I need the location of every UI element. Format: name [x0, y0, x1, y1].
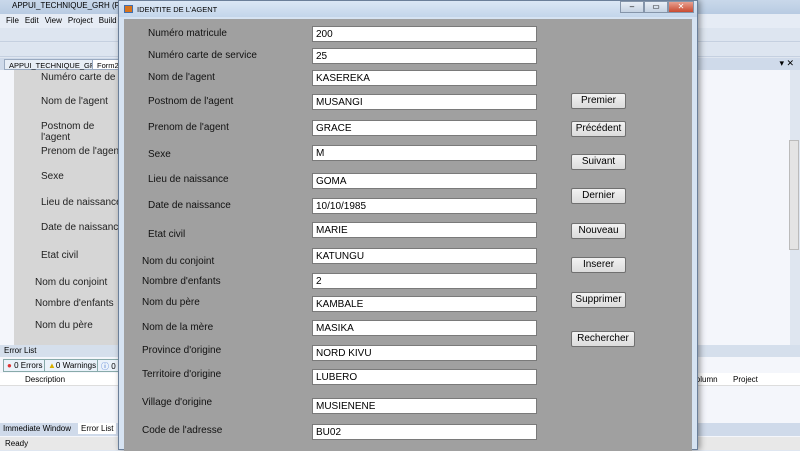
menu-build[interactable]: Build: [99, 16, 117, 25]
code-adresse-input[interactable]: BU02: [312, 424, 537, 440]
mere-input[interactable]: MASIKA: [312, 320, 537, 336]
app-icon: [124, 5, 133, 13]
suivant-button[interactable]: Suivant: [571, 154, 626, 170]
messages-count: 0: [111, 362, 116, 371]
tab-error-list[interactable]: Error List: [78, 423, 117, 434]
carte-service-input[interactable]: 25: [312, 48, 537, 64]
designer-label: Postnom de l'agent: [41, 121, 95, 143]
label-nom: Nom de l'agent: [148, 72, 215, 83]
enfants-input[interactable]: 2: [312, 273, 537, 289]
designer-label: Nom de l'agent: [41, 96, 108, 107]
messages-filter-button[interactable]: ⓘ 0: [97, 359, 120, 372]
designer-label: Lieu de naissance: [41, 197, 122, 208]
tab-project[interactable]: APPUI_TECHNIQUE_GRH: [4, 59, 106, 70]
date-naissance-input[interactable]: 10/10/1985: [312, 198, 537, 214]
designer-label: Nombre d'enfants: [35, 298, 114, 309]
label-matricule: Numéro matricule: [148, 28, 227, 39]
close-button[interactable]: ✕: [668, 1, 694, 13]
label-village: Village d'origine: [142, 397, 213, 408]
label-lieu-naissance: Lieu de naissance: [148, 174, 229, 185]
menu-file[interactable]: File: [6, 16, 19, 25]
pere-input[interactable]: KAMBALE: [312, 296, 537, 312]
errors-filter-button[interactable]: ● 0 Errors: [3, 359, 47, 372]
error-list-title: Error List: [4, 346, 37, 355]
designer-label: Numéro carte de s: [41, 72, 124, 83]
warnings-count: 0 Warnings: [55, 361, 97, 370]
column-description[interactable]: Description: [25, 375, 65, 384]
column-project[interactable]: Project: [733, 375, 758, 384]
conjoint-input[interactable]: KATUNGU: [312, 248, 537, 264]
dialog-titlebar: IDENTITE DE L'AGENT – ▭ ✕: [119, 1, 697, 17]
label-territoire: Territoire d'origine: [142, 369, 222, 380]
dernier-button[interactable]: Dernier: [571, 188, 626, 204]
label-prenom: Prenom de l'agent: [148, 122, 229, 133]
label-mere: Nom de la mère: [142, 322, 214, 333]
designer-label: Prenom de l'agent: [41, 146, 122, 157]
nom-input[interactable]: KASEREKA: [312, 70, 537, 86]
dialog-title: IDENTITE DE L'AGENT: [137, 5, 218, 14]
designer-label: Etat civil: [41, 250, 79, 261]
label-date-naissance: Date de naissance: [148, 200, 231, 211]
maximize-button[interactable]: ▭: [644, 1, 668, 13]
inserer-button[interactable]: Inserer: [571, 257, 626, 273]
error-icon: ●: [7, 361, 12, 370]
matricule-input[interactable]: 200: [312, 26, 537, 42]
designer-label: Sexe: [41, 171, 64, 182]
designer-form-surface: Numéro carte de s Nom de l'agent Postnom…: [14, 70, 124, 345]
designer-label: Nom du père: [35, 320, 93, 331]
village-input[interactable]: MUSIENENE: [312, 398, 537, 414]
label-code-adresse: Code de l'adresse: [142, 425, 223, 436]
label-carte-service: Numéro carte de service: [148, 50, 257, 61]
warnings-filter-button[interactable]: ▲0 Warnings: [44, 359, 101, 372]
precedent-button[interactable]: Précédent: [571, 121, 626, 137]
label-postnom: Postnom de l'agent: [148, 96, 234, 107]
menu-edit[interactable]: Edit: [25, 16, 39, 25]
label-enfants: Nombre d'enfants: [142, 276, 221, 287]
supprimer-button[interactable]: Supprimer: [571, 292, 626, 308]
minimize-button[interactable]: –: [620, 1, 644, 13]
prenom-input[interactable]: GRACE: [312, 120, 537, 136]
postnom-input[interactable]: MUSANGI: [312, 94, 537, 110]
nouveau-button[interactable]: Nouveau: [571, 223, 626, 239]
lieu-naissance-input[interactable]: GOMA: [312, 173, 537, 189]
designer-scrollbar[interactable]: [789, 140, 799, 250]
dialog-body: Numéro matricule 200 Numéro carte de serv…: [124, 19, 692, 451]
sexe-input[interactable]: M: [312, 145, 537, 161]
label-province: Province d'origine: [142, 345, 222, 356]
label-conjoint: Nom du conjoint: [142, 256, 215, 267]
label-pere: Nom du père: [142, 297, 200, 308]
province-input[interactable]: NORD KIVU: [312, 345, 537, 361]
rechercher-button[interactable]: Rechercher: [571, 331, 635, 347]
designer-label: Date de naissance: [41, 222, 124, 233]
premier-button[interactable]: Premier: [571, 93, 626, 109]
agent-dialog: IDENTITE DE L'AGENT – ▭ ✕ Numéro matricu…: [118, 0, 698, 451]
close-icon[interactable]: ▾ ✕: [779, 58, 794, 69]
etat-civil-input[interactable]: MARIE: [312, 222, 537, 238]
designer-label: Nom du conjoint: [35, 277, 108, 288]
errors-count: 0 Errors: [14, 361, 43, 370]
label-etat-civil: Etat civil: [148, 229, 186, 240]
label-sexe: Sexe: [148, 149, 171, 160]
warning-icon: ▲: [48, 361, 56, 370]
info-icon: ⓘ: [101, 362, 109, 371]
menu-project[interactable]: Project: [68, 16, 93, 25]
territoire-input[interactable]: LUBERO: [312, 369, 537, 385]
tab-immediate-window[interactable]: Immediate Window: [3, 424, 71, 433]
menu-view[interactable]: View: [45, 16, 62, 25]
